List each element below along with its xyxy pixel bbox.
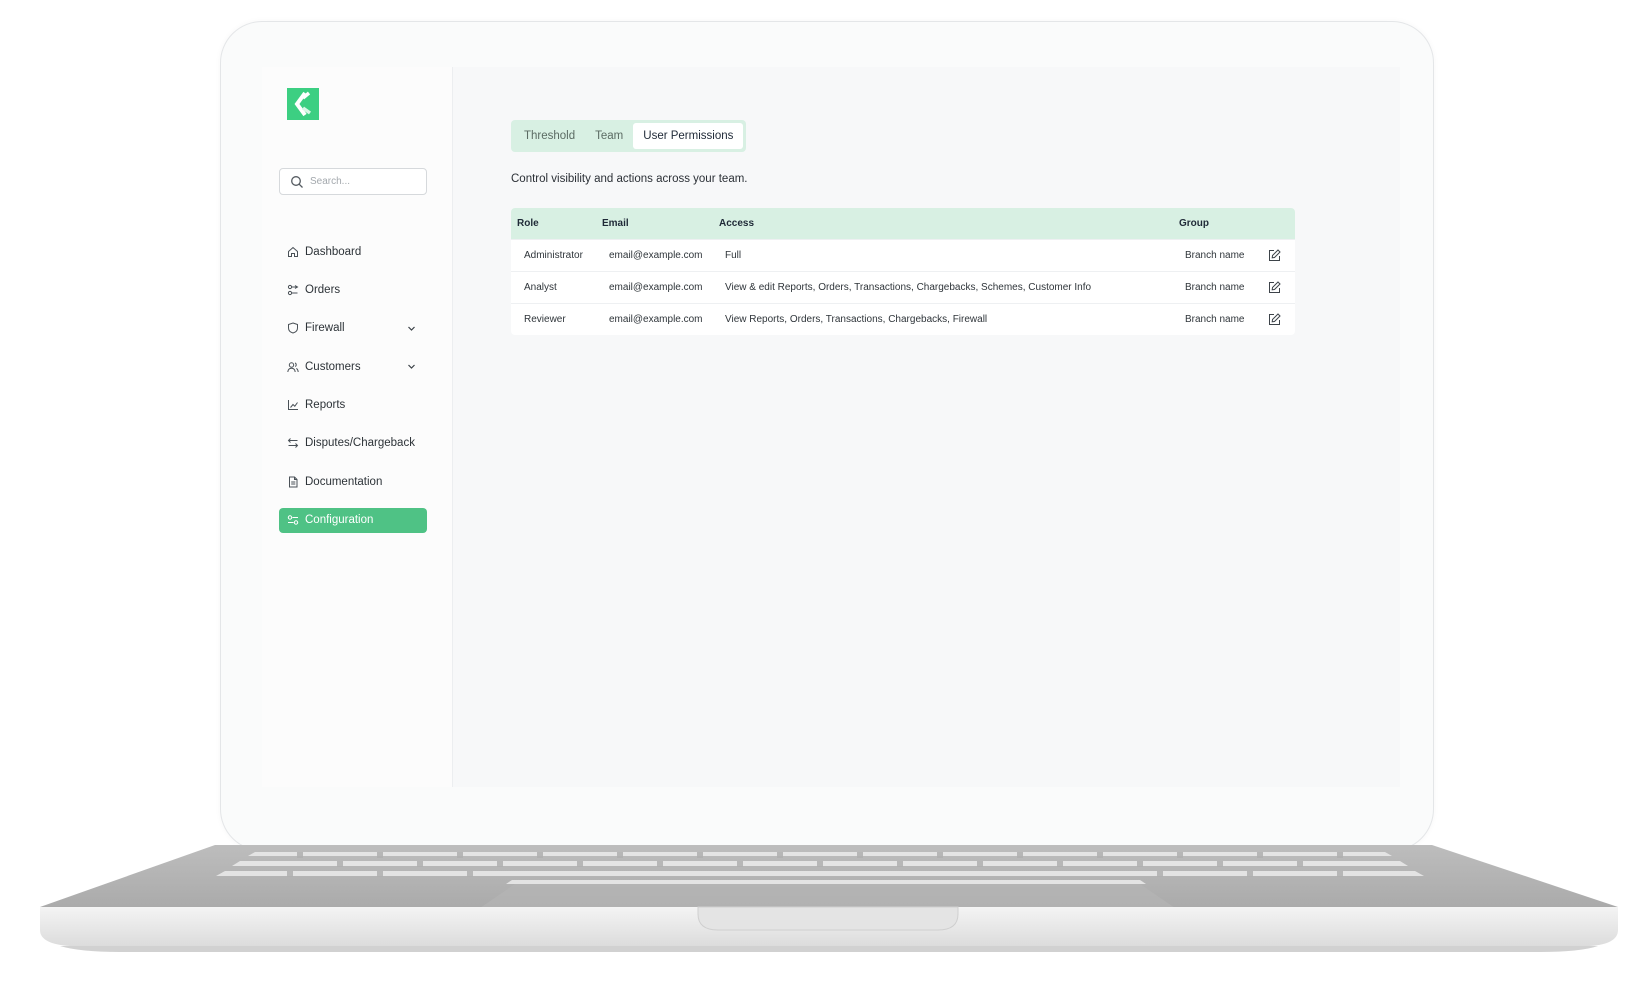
laptop-base xyxy=(40,845,1618,952)
